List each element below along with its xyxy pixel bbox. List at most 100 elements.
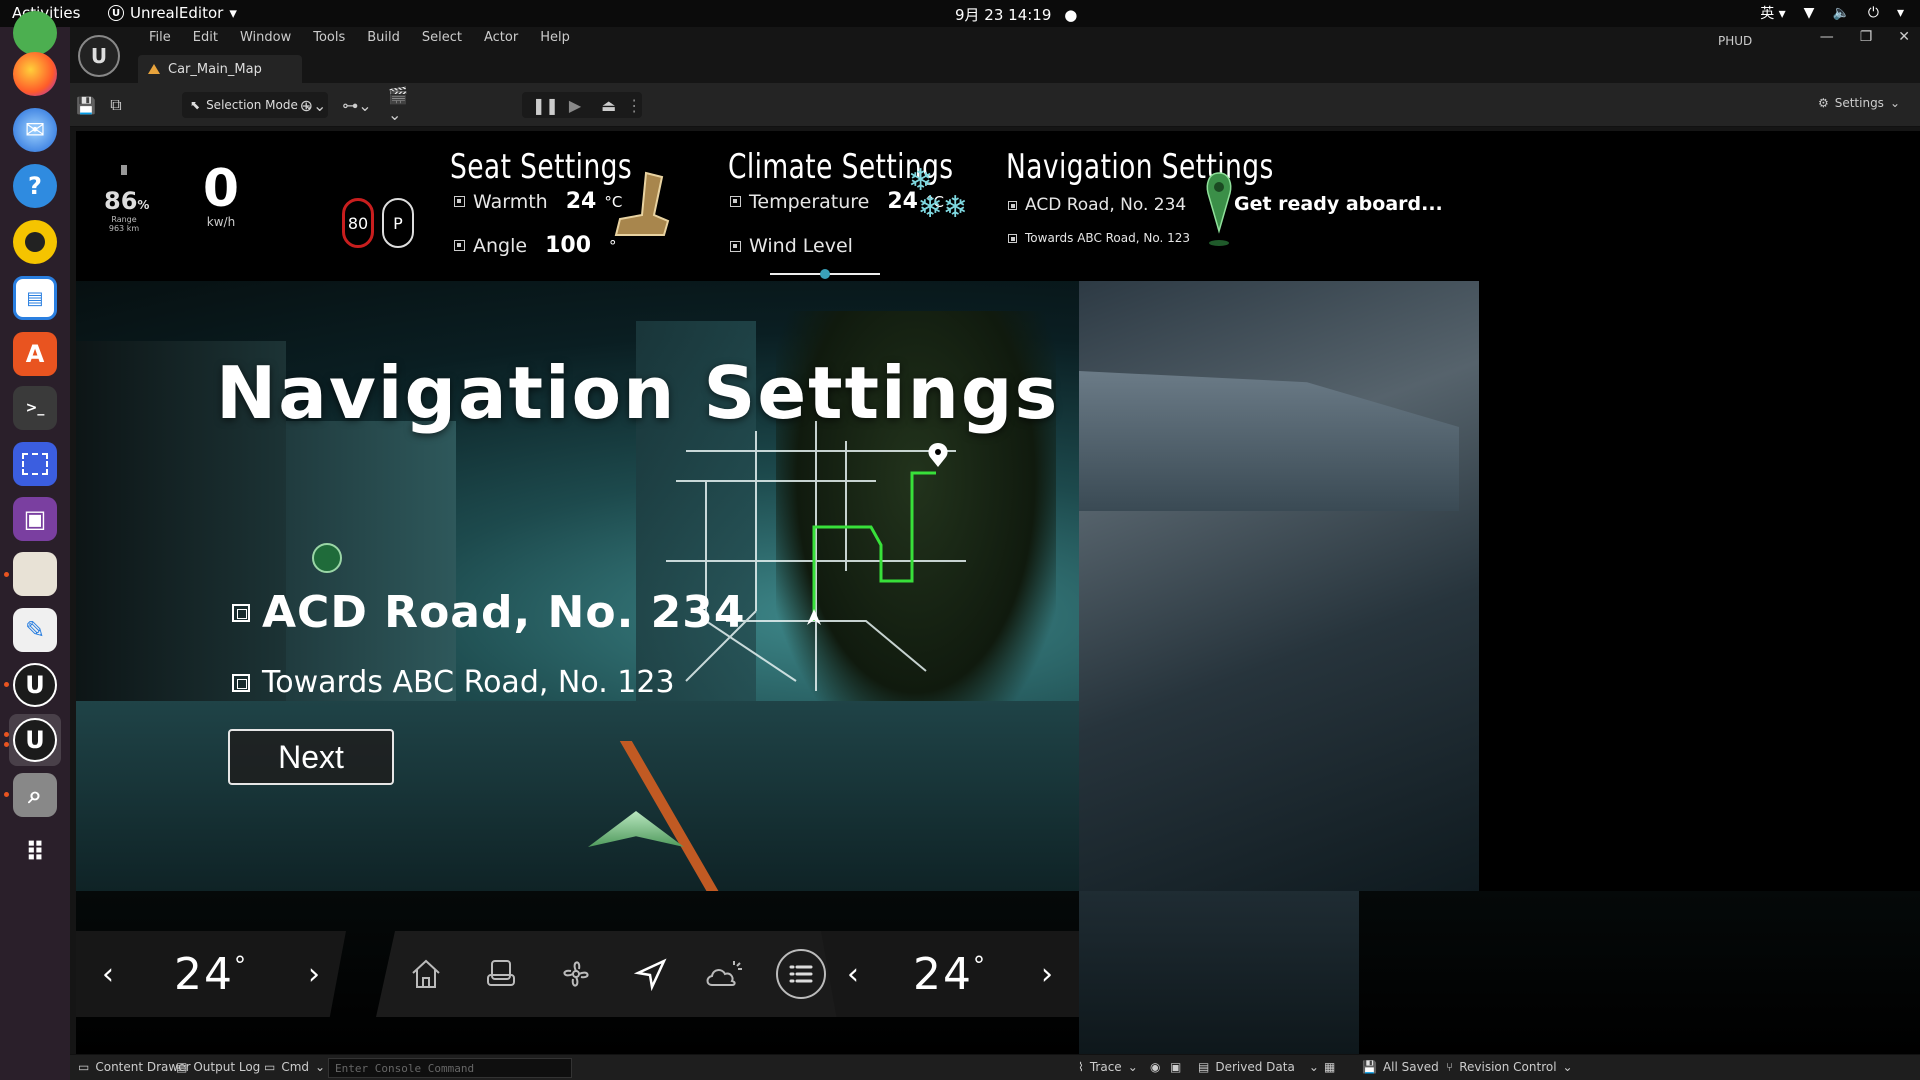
dock-writer[interactable]: ▤: [9, 272, 61, 324]
minimize-icon[interactable]: —: [1820, 29, 1834, 45]
menu-actor[interactable]: Actor: [473, 30, 529, 45]
chevron-left-icon[interactable]: ‹: [847, 957, 859, 992]
browse-icon[interactable]: ⧉: [106, 93, 126, 117]
volume-icon[interactable]: 🔈: [1832, 5, 1849, 21]
console-command-input[interactable]: Enter Console Command: [328, 1058, 572, 1078]
cmd-dropdown[interactable]: ▭ Cmd ⌄: [264, 1060, 325, 1074]
weather-icon[interactable]: [701, 949, 751, 999]
menu-select[interactable]: Select: [411, 30, 473, 45]
dock-app-center[interactable]: A: [9, 328, 61, 380]
map-pin-icon: [1206, 172, 1232, 246]
gear-icon: ⚙: [1817, 96, 1829, 110]
tab-car-main-map[interactable]: Car_Main_Map: [138, 55, 302, 83]
dock-video[interactable]: ▣: [9, 493, 61, 545]
climate-wind-row: Wind Level: [730, 235, 853, 257]
derived-data-dropdown[interactable]: ▤ Derived Data ⌄: [1198, 1060, 1319, 1074]
nav-road-text: ACD Road, No. 234: [1025, 195, 1187, 215]
navigate-icon[interactable]: [626, 949, 676, 999]
checkbox-icon: [730, 240, 741, 252]
tab-label: Car_Main_Map: [168, 61, 262, 77]
scene-road-row: ACD Road, No. 234: [232, 587, 745, 638]
dock-search[interactable]: ⌕: [9, 769, 61, 821]
app-name: UnrealEditor: [130, 4, 224, 22]
unreal-editor-window: U File Edit Window Tools Build Select Ac…: [70, 27, 1920, 1080]
seat-icon: [614, 171, 670, 236]
wind-level-slider[interactable]: [770, 269, 880, 279]
content-drawer-button[interactable]: ▭ Content Drawer: [78, 1060, 191, 1074]
app-grid-icon: ⠿: [24, 838, 46, 868]
speed-value: 0: [202, 159, 240, 219]
restore-icon[interactable]: ❐: [1860, 29, 1873, 45]
network-icon[interactable]: ▼: [1804, 5, 1815, 21]
chevron-down-icon: ⌄: [315, 1060, 326, 1074]
dock-firefox[interactable]: [9, 48, 61, 100]
rhythmbox-icon: [13, 220, 57, 264]
car-door-panel: [1079, 281, 1479, 891]
blueprint-icon[interactable]: ⊶⌄: [342, 93, 372, 117]
menu-window[interactable]: Window: [229, 30, 302, 45]
cursor-icon: ⬉: [190, 98, 201, 112]
revision-control-button[interactable]: ⑂ Revision Control ⌄: [1446, 1060, 1573, 1074]
dock-terminal[interactable]: >_: [9, 382, 61, 434]
terminal-icon: ▭: [264, 1060, 276, 1074]
system-tray[interactable]: 英 ▾ ▼ 🔈 ⏻ ▾: [1760, 3, 1904, 23]
record-icon[interactable]: ◉: [1150, 1060, 1160, 1074]
chevron-left-icon[interactable]: ‹: [102, 957, 114, 992]
menu-edit[interactable]: Edit: [182, 30, 229, 45]
chevron-down-icon[interactable]: ▾: [1897, 5, 1904, 21]
clock[interactable]: 9月 23 14:19 ●: [955, 4, 1077, 25]
save-icon[interactable]: 💾: [76, 93, 96, 117]
temperature-label: Temperature: [749, 190, 870, 213]
add-actor-icon[interactable]: ⊕⌄: [298, 93, 328, 117]
step-icon[interactable]: ▶: [569, 96, 581, 115]
pause-icon[interactable]: ❚❚: [532, 96, 559, 115]
menu-build[interactable]: Build: [356, 30, 411, 45]
eject-icon[interactable]: ⏏: [601, 96, 616, 115]
dock-unreal-2[interactable]: U: [9, 714, 61, 766]
settings-button[interactable]: ⚙ Settings ⌄: [1818, 96, 1900, 110]
dock-unreal-1[interactable]: U: [9, 659, 61, 711]
degree-sign: °: [973, 950, 987, 979]
main-toolbar: 💾 ⧉ ⬉ Selection Mode ⌄ ⊕⌄ ⊶⌄ 🎬⌄ ❚❚ ▶ ⏏ ⋮…: [70, 83, 1920, 127]
chevron-right-icon[interactable]: ›: [1041, 957, 1053, 992]
input-method-indicator[interactable]: 英 ▾: [1760, 3, 1785, 23]
dock-rhythmbox[interactable]: [9, 216, 61, 268]
cinematics-icon[interactable]: 🎬⌄: [388, 86, 418, 124]
power-icon[interactable]: ⏻: [1868, 5, 1879, 21]
editor-status-bar: ▭ Content Drawer ▤ Output Log ▭ Cmd ⌄ En…: [70, 1054, 1920, 1080]
video-icon: ▣: [13, 497, 57, 541]
navigation-scene: Navigation Settings ACD Road, No. 234 To…: [76, 281, 1920, 891]
gear-badge: P: [382, 198, 414, 248]
next-button[interactable]: Next: [228, 729, 394, 785]
notification-dot-icon: ●: [1064, 6, 1078, 24]
trace-dropdown[interactable]: ⌇ Trace ⌄: [1078, 1060, 1138, 1074]
left-temperature-control: ‹ 24° ›: [76, 931, 346, 1017]
menu-file[interactable]: File: [138, 30, 182, 45]
show-apps-button[interactable]: ⠿: [9, 827, 61, 879]
dock-thunderbird[interactable]: ✉: [9, 104, 61, 156]
output-log-button[interactable]: ▤ Output Log: [176, 1060, 260, 1074]
home-icon[interactable]: [401, 949, 451, 999]
slider-knob[interactable]: [819, 269, 830, 279]
dock-files[interactable]: [9, 548, 61, 600]
right-temperature-control: ‹ 24° ›: [821, 931, 1079, 1017]
level-viewport[interactable]: 86% Range 963 km 0 kw/h 80 P Seat Settin…: [76, 131, 1920, 1055]
system-top-bar: Activities U UnrealEditor ▾ 9月 23 14:19 …: [0, 0, 1920, 27]
app-menu[interactable]: U UnrealEditor ▾: [108, 4, 237, 22]
chevron-right-icon[interactable]: ›: [308, 957, 320, 992]
menu-tools[interactable]: Tools: [302, 30, 356, 45]
fan-icon[interactable]: [551, 949, 601, 999]
seat-nav-icon[interactable]: [476, 949, 526, 999]
dock-text-editor[interactable]: ✎: [9, 604, 61, 656]
camera-icon[interactable]: ▣: [1170, 1060, 1181, 1074]
menu-help[interactable]: Help: [529, 30, 581, 45]
more-icon[interactable]: ⋮: [626, 96, 642, 115]
close-icon[interactable]: ✕: [1898, 29, 1910, 45]
unreal-logo-icon[interactable]: U: [78, 35, 120, 77]
all-saved-button[interactable]: 💾 All Saved: [1362, 1060, 1439, 1074]
dock-help[interactable]: ?: [9, 160, 61, 212]
dock-screenshot[interactable]: [9, 438, 61, 490]
menu-list-icon[interactable]: [776, 949, 826, 999]
cmd-label: Cmd: [281, 1060, 310, 1074]
source-control-icon[interactable]: ▦: [1324, 1060, 1335, 1074]
